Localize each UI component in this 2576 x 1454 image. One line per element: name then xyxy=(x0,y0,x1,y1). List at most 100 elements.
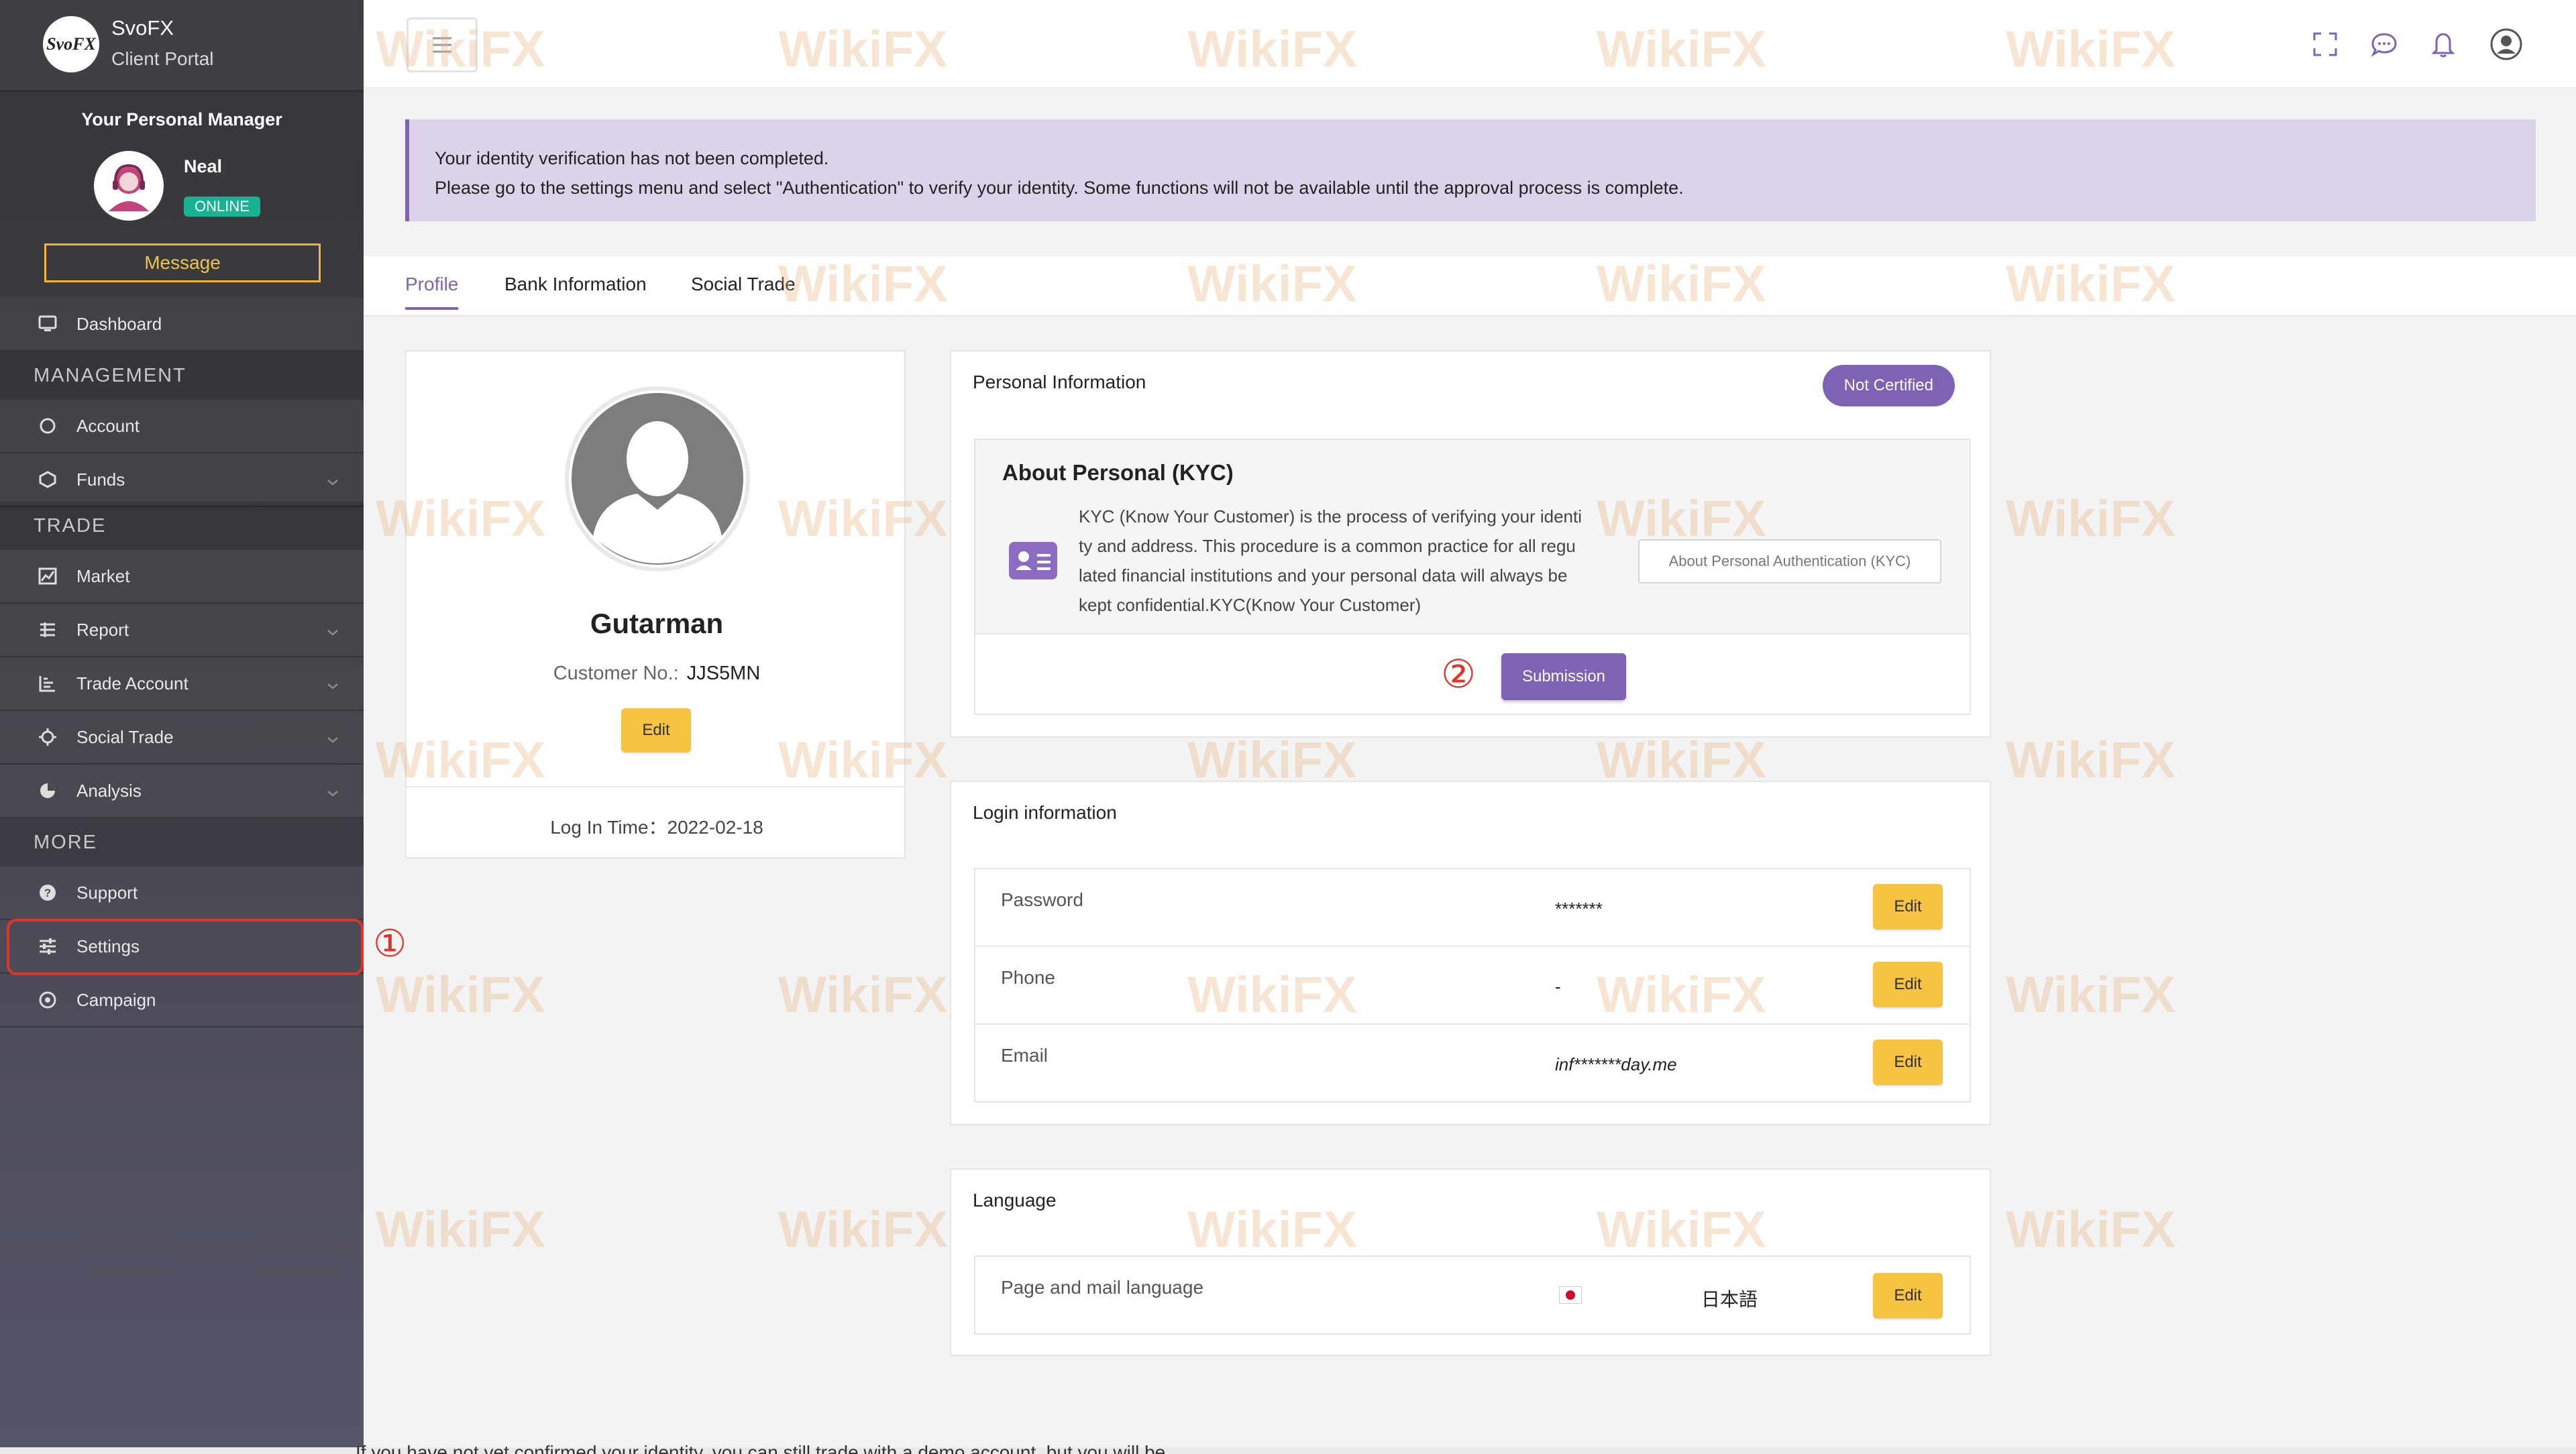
sidebar-item-account[interactable]: Account xyxy=(0,400,364,453)
customer-no-value: JJS5MN xyxy=(686,663,761,684)
bell-icon[interactable] xyxy=(2427,28,2459,60)
row-label: Password xyxy=(1001,889,1083,910)
tab-profile[interactable]: Profile xyxy=(405,274,459,310)
customer-number: Customer No.: JJS5MN xyxy=(407,663,907,685)
edit-language-button[interactable]: Edit xyxy=(1873,1273,1943,1319)
chevron-down-icon xyxy=(326,675,339,695)
watermark: WikiFX xyxy=(2006,732,2176,789)
sidebar-item-label: Social Trade xyxy=(76,726,174,747)
brand[interactable]: SvoFX SvoFX Client Portal xyxy=(0,0,364,90)
manager-title: Your Personal Manager xyxy=(81,109,282,129)
edit-email-button[interactable]: Edit xyxy=(1873,1040,1943,1085)
pie-chart-icon xyxy=(38,781,58,801)
certification-status-badge: Not Certified xyxy=(1822,365,1955,406)
email-row: Email inf*******day.me Edit xyxy=(975,1025,1970,1103)
sidebar-item-report[interactable]: Report xyxy=(0,604,364,657)
sidebar: SvoFX SvoFX Client Portal Your Personal … xyxy=(0,0,364,1449)
password-value: ******* xyxy=(1555,899,1603,919)
section-more: MORE xyxy=(0,818,364,866)
divider xyxy=(407,786,904,787)
dashboard-icon xyxy=(38,314,58,334)
watermark: WikiFX xyxy=(778,1201,948,1258)
fullscreen-icon[interactable] xyxy=(2309,28,2341,60)
about-kyc-button[interactable]: About Personal Authentication (KYC) xyxy=(1638,539,1941,583)
language-value: 日本語 xyxy=(1701,1288,1758,1310)
user-avatar-icon[interactable] xyxy=(2490,28,2522,60)
kyc-panel: About Personal (KYC) KYC (Know Your Cust… xyxy=(974,439,1971,715)
sidebar-item-social-trade[interactable]: Social Trade xyxy=(0,711,364,765)
personal-information-card: Personal Information Not Certified About… xyxy=(950,350,1991,738)
sidebar-item-support[interactable]: ? Support xyxy=(0,866,364,920)
watermark: WikiFX xyxy=(2006,966,2176,1023)
sidebar-item-funds[interactable]: Funds xyxy=(0,453,364,507)
market-chart-icon xyxy=(38,566,58,586)
kyc-line: ty and address. This procedure is a comm… xyxy=(1079,536,1576,556)
sidebar-item-label: Dashboard xyxy=(76,313,162,334)
sidebar-item-campaign[interactable]: Campaign xyxy=(0,974,364,1027)
email-value: inf*******day.me xyxy=(1555,1054,1677,1074)
kyc-line: lated financial institutions and your pe… xyxy=(1079,565,1568,585)
step-marker-2: ② xyxy=(1441,651,1476,697)
submission-button[interactable]: Submission xyxy=(1501,653,1626,700)
profile-name: Gutarman xyxy=(590,608,724,639)
language-label: Page and mail language xyxy=(1001,1277,1204,1298)
language-card: Language Page and mail language 日本語 Edit xyxy=(950,1168,1991,1356)
sidebar-item-label: Trade Account xyxy=(76,673,189,693)
sidebar-item-market[interactable]: Market xyxy=(0,550,364,604)
help-icon: ? xyxy=(38,883,58,903)
message-button[interactable]: Message xyxy=(44,243,321,282)
language-title: Language xyxy=(973,1190,1057,1211)
watermark: WikiFX xyxy=(2006,1201,2176,1258)
kyc-title: About Personal (KYC) xyxy=(1002,460,1234,485)
login-rows: Password ******* Edit Phone - Edit Email… xyxy=(974,868,1971,1103)
sidebar-item-label: Campaign xyxy=(76,989,156,1010)
brand-logo: SvoFX xyxy=(43,16,99,72)
kyc-description: KYC (Know Your Customer) is the process … xyxy=(1079,502,1615,620)
kyc-info: About Personal (KYC) KYC (Know Your Cust… xyxy=(975,440,1970,634)
tab-social-trade[interactable]: Social Trade xyxy=(691,274,796,307)
phone-row: Phone - Edit xyxy=(975,947,1970,1025)
edit-password-button[interactable]: Edit xyxy=(1873,884,1943,930)
japan-flag-icon xyxy=(1559,1286,1582,1304)
trade-account-icon xyxy=(38,673,58,693)
section-management: MANAGEMENT xyxy=(0,351,364,400)
password-row: Password ******* Edit xyxy=(975,869,1970,947)
sidebar-item-analysis[interactable]: Analysis xyxy=(0,765,364,818)
sidebar-item-dashboard[interactable]: Dashboard xyxy=(0,298,364,351)
menu-toggle-button[interactable] xyxy=(407,17,478,72)
account-icon xyxy=(38,416,58,436)
alert-line-1: Your identity verification has not been … xyxy=(435,148,829,168)
sidebar-item-settings[interactable]: Settings xyxy=(0,920,364,974)
sidebar-item-label: Funds xyxy=(76,469,125,490)
chevron-down-icon xyxy=(326,782,339,803)
profile-avatar-icon xyxy=(565,386,750,571)
edit-phone-button[interactable]: Edit xyxy=(1873,962,1943,1007)
sidebar-item-trade-account[interactable]: Trade Account xyxy=(0,657,364,711)
kyc-line: kept confidential.KYC(Know Your Customer… xyxy=(1079,595,1421,615)
online-status-badge: ONLINE xyxy=(184,197,260,217)
watermark: WikiFX xyxy=(376,1201,545,1258)
tab-bank-information[interactable]: Bank Information xyxy=(504,274,647,307)
personal-manager-panel: Your Personal Manager Neal ONLINE Messag… xyxy=(0,90,364,298)
edit-profile-button[interactable]: Edit xyxy=(621,708,691,752)
section-trade: TRADE xyxy=(0,502,364,550)
sidebar-item-label: Settings xyxy=(76,936,140,956)
customer-no-label: Customer No.: xyxy=(553,663,679,684)
sliders-icon xyxy=(38,936,58,956)
svg-text:?: ? xyxy=(44,887,51,899)
watermark: WikiFX xyxy=(778,966,948,1023)
crosshair-icon xyxy=(38,727,58,747)
chevron-down-icon xyxy=(326,621,339,642)
manager-avatar-icon xyxy=(94,151,164,221)
manager-name: Neal xyxy=(184,156,223,176)
id-card-icon xyxy=(1009,542,1057,579)
personal-information-title: Personal Information xyxy=(973,372,1146,392)
alert-line-2: Please go to the settings menu and selec… xyxy=(435,178,1684,198)
step-marker-1: ① xyxy=(373,922,407,966)
report-icon xyxy=(38,620,58,640)
profile-tabs: Profile Bank Information Social Trade xyxy=(364,256,2576,317)
chevron-down-icon xyxy=(326,728,339,749)
chat-icon[interactable] xyxy=(2368,28,2400,60)
brand-name: SvoFX xyxy=(111,16,174,40)
identity-alert: Your identity verification has not been … xyxy=(405,119,2536,221)
